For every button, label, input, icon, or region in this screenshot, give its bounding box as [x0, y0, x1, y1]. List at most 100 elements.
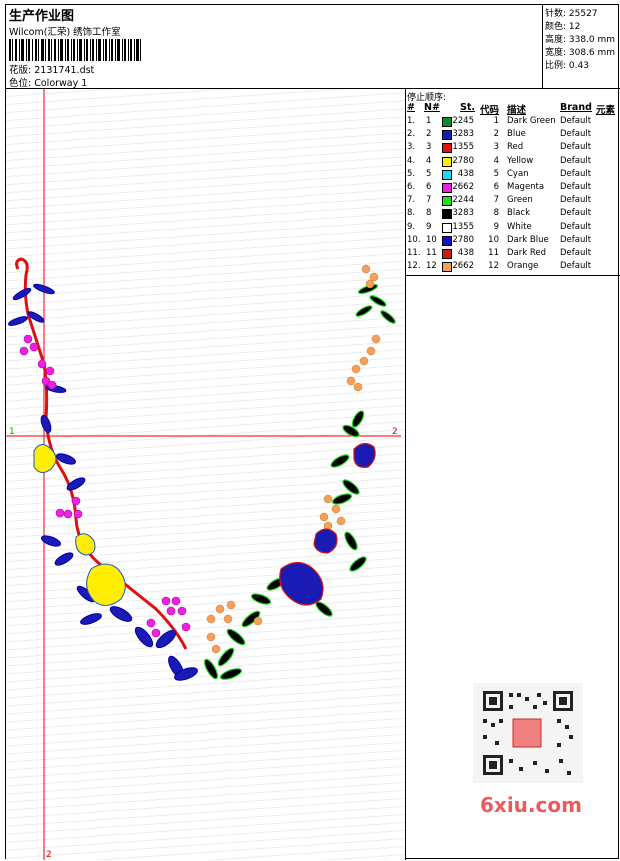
stop-row: 2. 2 3283 2 Blue Default — [406, 129, 620, 142]
row-description: Magenta — [507, 182, 545, 192]
row-description: Yellow — [507, 155, 534, 166]
color-swatch — [442, 249, 452, 259]
colorway: 色位: Colorway 1 — [9, 78, 88, 89]
marker-bottom: 2 — [46, 850, 52, 860]
stitch-count: 针数: 25527 — [545, 9, 598, 19]
row-code: 9 — [493, 221, 499, 232]
color-swatch — [442, 196, 452, 207]
color-count: 颜色: 12 — [545, 22, 581, 32]
design-canvas[interactable]: 1 2 2 — [6, 89, 406, 860]
stop-row: 5. 5 438 5 Cyan Default — [406, 169, 620, 182]
row-brand: Default — [560, 129, 592, 140]
barcode — [9, 39, 141, 61]
row-brand: Default — [560, 142, 592, 153]
row-stitches: 2780 — [452, 234, 474, 245]
col-header-desc: 描述 — [507, 105, 527, 116]
row-index: 9. — [407, 221, 416, 232]
qr-code — [473, 683, 583, 783]
row-code: 11 — [488, 248, 499, 258]
row-code: 5 — [493, 168, 499, 179]
row-stitches: 2662 — [452, 182, 474, 192]
marker-left: 1 — [9, 427, 15, 437]
row-brand: Default — [560, 248, 592, 258]
row-index: 10. — [407, 234, 421, 245]
design-file: 花版: 2131741.dst — [9, 65, 95, 76]
row-stitches: 1355 — [452, 142, 474, 153]
row-code: 8 — [493, 208, 499, 219]
color-swatch — [442, 183, 452, 193]
row-stitches: 438 — [457, 248, 474, 258]
row-index: 12. — [407, 261, 421, 272]
col-header-no: N# — [424, 102, 440, 113]
row-index: 6. — [407, 182, 416, 192]
row-description: Orange — [507, 261, 539, 272]
row-index: 3. — [407, 142, 416, 153]
col-header-code: 代码 — [480, 105, 500, 116]
color-swatch — [442, 222, 452, 233]
row-index: 2. — [407, 129, 416, 140]
color-swatch — [442, 156, 452, 167]
row-brand: Default — [560, 168, 592, 179]
row-code: 1 — [493, 116, 499, 126]
marker-right: 2 — [392, 427, 398, 437]
stop-row: 3. 3 1355 3 Red Default — [406, 142, 620, 155]
col-header-st: St. — [460, 102, 475, 113]
stop-sequence-panel: 停止顺序: # N# St. 代码 描述 Brand 元素 1. 1 2245 1 Da… — [406, 89, 620, 276]
row-index: 8. — [407, 208, 416, 219]
row-description: Black — [507, 208, 530, 219]
stop-row: 10. 10 2780 10 Dark Blue Default — [406, 235, 620, 248]
row-description: Dark Red — [507, 248, 547, 258]
sheet-title: 生产作业图 — [9, 9, 75, 24]
color-swatch — [442, 209, 452, 220]
row-brand: Default — [560, 195, 592, 206]
row-brand: Default — [560, 234, 592, 245]
stop-row: 1. 1 2245 1 Dark Green Default — [406, 116, 620, 129]
row-stitches: 2780 — [452, 155, 474, 166]
row-index: 7. — [407, 195, 416, 206]
row-code: 3 — [493, 142, 499, 153]
row-index: 11. — [407, 248, 421, 258]
row-code: 6 — [493, 182, 499, 192]
row-brand: Default — [560, 221, 592, 232]
row-stitches: 3283 — [452, 208, 474, 219]
row-number: 11 — [426, 248, 437, 258]
row-description: Green — [507, 195, 533, 206]
production-sheet: 生产作业图 Wilcom(汇荣) 绣饰工作室 花版: 2131741.dst 色… — [5, 4, 620, 860]
row-number: 1 — [426, 116, 432, 126]
stop-row: 8. 8 3283 8 Black Default — [406, 208, 620, 221]
row-number: 12 — [426, 261, 437, 272]
stop-row: 6. 6 2662 6 Magenta Default — [406, 182, 620, 195]
company-name: Wilcom(汇荣) 绣饰工作室 — [9, 27, 121, 38]
stop-row: 11. 11 438 11 Dark Red Default — [406, 248, 620, 261]
row-code: 10 — [488, 234, 499, 245]
row-description: Dark Green — [507, 116, 556, 126]
row-brand: Default — [560, 208, 592, 219]
row-description: Red — [507, 142, 524, 153]
color-swatch — [442, 143, 452, 154]
colorway-name: Colorway 1 — [34, 78, 88, 89]
row-number: 2 — [426, 129, 432, 140]
row-stitches: 2662 — [452, 261, 474, 272]
row-number: 8 — [426, 208, 432, 219]
stats-panel: 针数: 25527 颜色: 12 高度: 338.0 mm 宽度: 308.6 … — [543, 5, 620, 89]
col-header-brand: Brand — [560, 102, 592, 113]
row-description: Dark Blue — [507, 234, 549, 245]
color-swatch — [442, 169, 452, 180]
row-index: 4. — [407, 155, 416, 166]
row-brand: Default — [560, 116, 592, 126]
design-height: 高度: 338.0 mm — [545, 35, 616, 45]
stop-row: 12. 12 2662 12 Orange Default — [406, 261, 620, 274]
color-swatch — [442, 262, 452, 273]
header-panel: 生产作业图 Wilcom(汇荣) 绣饰工作室 花版: 2131741.dst 色… — [6, 5, 543, 89]
color-swatch — [442, 130, 452, 141]
color-swatch — [442, 117, 452, 127]
row-number: 5 — [426, 168, 432, 179]
stop-row: 7. 7 2244 7 Green Default — [406, 195, 620, 208]
row-description: Cyan — [507, 168, 529, 179]
row-stitches: 3283 — [452, 129, 474, 140]
color-swatch — [442, 235, 452, 246]
row-code: 7 — [493, 195, 499, 206]
row-number: 7 — [426, 195, 432, 206]
row-description: White — [507, 221, 532, 232]
col-header-hash: # — [407, 102, 415, 113]
